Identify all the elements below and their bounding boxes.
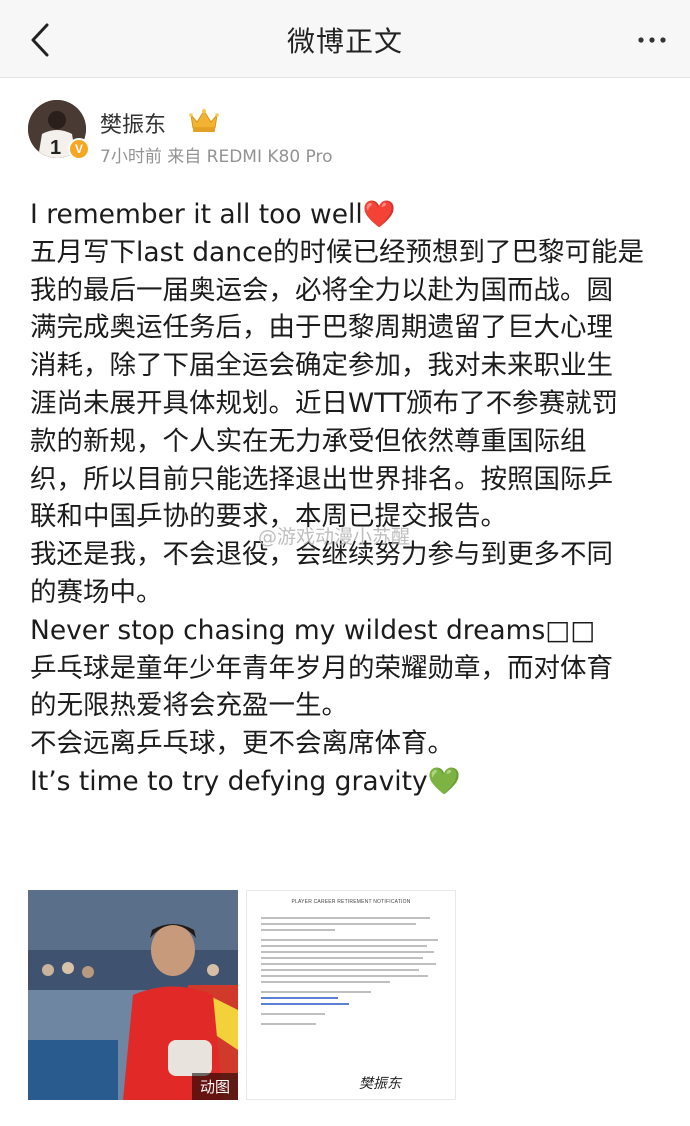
post-line-5: 消耗，除了下届全运会确定参加，我对未来职业生 <box>30 350 613 382</box>
post-line-8: 织，所以目前只能选择退出世界排名。按照国际乒 <box>30 463 613 495</box>
post-line-16: It’s time to try defying gravity💚 <box>30 765 461 797</box>
watermark: @游戏动漫小苏醒 <box>258 526 411 548</box>
post-line-11: 的赛场中。 <box>30 576 163 608</box>
svg-text:1: 1 <box>50 137 61 158</box>
author-name[interactable]: 樊振东 <box>100 107 166 139</box>
green-heart-icon: 💚 <box>427 765 461 797</box>
post-source: 来自 REDMI K80 Pro <box>167 147 333 167</box>
post-time: 7小时前 <box>100 147 162 167</box>
document-signature: 樊振东 <box>359 1076 401 1092</box>
post-line-3: 我的最后一届奥运会，必将全力以赴为国而战。圆 <box>30 274 613 306</box>
red-heart-icon: ❤️ <box>362 199 396 230</box>
post-line-14: 的无限热爱将会充盈一生。 <box>30 690 348 722</box>
document-title: PLAYER CAREER RETIREMENT NOTIFICATION <box>291 899 411 905</box>
post-line-13: 乒乓球是童年少年青年岁月的荣耀勋章，而对体育 <box>30 652 613 684</box>
post-line-1: I remember it all too well❤️ <box>30 199 396 230</box>
page-title: 微博正文 <box>286 25 403 58</box>
more-button[interactable] <box>632 22 672 58</box>
document-thumbnail[interactable]: PLAYER CAREER RETIREMENT NOTIFICATION 樊振… <box>246 890 456 1100</box>
gif-label: 动图 <box>191 1073 238 1100</box>
verified-badge-icon: V <box>68 138 90 160</box>
post-line-4: 满完成奥运任务后，由于巴黎周期遗留了巨大心理 <box>30 312 613 344</box>
missing-glyph-icons: □□ <box>545 614 596 646</box>
gif-thumbnail[interactable]: 动图 <box>28 890 238 1100</box>
post-header: 1 V 樊振东 7小时前 来自 REDMI K80 Pro <box>28 100 668 170</box>
post-body: I remember it all too well❤️ 五月写下last da… <box>30 196 675 801</box>
document-text-lines <box>261 917 445 1029</box>
more-horizontal-icon <box>638 37 666 43</box>
post-line-7: 款的新规，个人实在无力承受但依然尊重国际组 <box>30 425 587 457</box>
navbar: 微博正文 <box>0 0 690 78</box>
post-line-6: 涯尚未展开具体规划。近日WTT颁布了不参赛就罚 <box>30 387 619 419</box>
gif-image <box>28 890 238 1100</box>
post-line-12: Never stop chasing my wildest dreams□□ <box>30 614 596 646</box>
post-line-2: 五月写下last dance的时候已经预想到了巴黎可能是 <box>30 236 644 268</box>
crown-icon <box>189 109 219 132</box>
post-meta: 7小时前 来自 REDMI K80 Pro <box>100 142 333 167</box>
post-line-15: 不会远离乒乓球，更不会离席体育。 <box>30 728 454 760</box>
media-grid: 动图 PLAYER CAREER RETIREMENT NOTIFICATION… <box>28 890 458 1100</box>
